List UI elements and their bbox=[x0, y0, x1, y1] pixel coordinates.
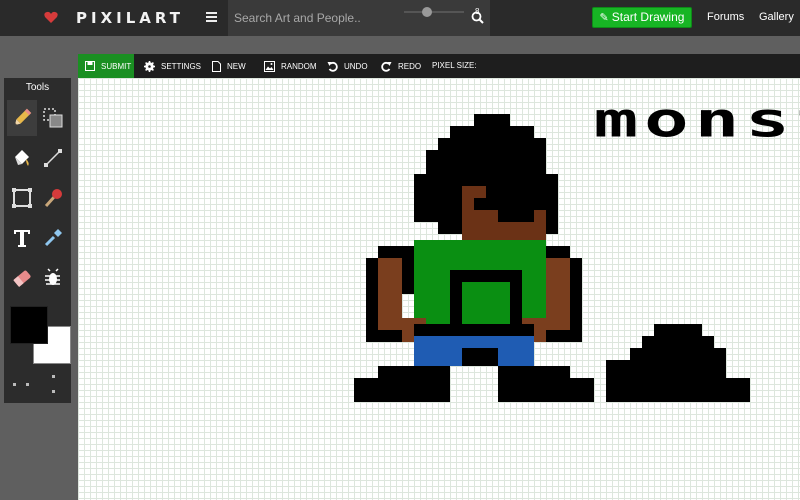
eyedropper-tool[interactable] bbox=[38, 220, 68, 256]
random-label: RANDOM bbox=[281, 61, 317, 71]
random-button[interactable]: RANDOM bbox=[264, 54, 317, 78]
submit-button[interactable]: SUBMIT bbox=[78, 54, 134, 78]
reset-colors-dot[interactable] bbox=[52, 375, 55, 378]
swap-colors-dot[interactable] bbox=[26, 383, 29, 386]
logo-text[interactable]: PIXILART bbox=[76, 9, 184, 27]
pencil-tool[interactable] bbox=[7, 100, 37, 136]
eyedropper-icon bbox=[44, 229, 62, 247]
gallery-link[interactable]: Gallery bbox=[759, 11, 794, 23]
text-icon bbox=[14, 230, 30, 247]
undo-icon bbox=[327, 61, 338, 72]
eraser-icon bbox=[13, 270, 31, 287]
image-icon bbox=[264, 60, 275, 72]
rectangle-tool[interactable] bbox=[7, 180, 37, 216]
editor-toolbar: SUBMIT SETTINGS NEW RANDOM UNDO REDO PIX… bbox=[78, 54, 800, 78]
new-label: NEW bbox=[227, 61, 246, 71]
redo-button[interactable]: REDO bbox=[381, 54, 421, 78]
search-box bbox=[228, 0, 490, 36]
pixel-size-label: PIXEL SIZE: bbox=[432, 61, 477, 70]
tools-title: Tools bbox=[25, 82, 50, 93]
hamburger-menu-icon[interactable] bbox=[206, 12, 218, 24]
start-drawing-button[interactable]: ✎ Start Drawing bbox=[592, 7, 692, 28]
bug-tool[interactable] bbox=[38, 260, 68, 296]
pixel-size-slider-handle[interactable] bbox=[422, 7, 432, 17]
redo-icon bbox=[381, 61, 392, 72]
undo-label: UNDO bbox=[344, 61, 368, 71]
reset-colors-dot[interactable] bbox=[52, 390, 55, 393]
submit-label: SUBMIT bbox=[101, 61, 132, 71]
paint-bucket-icon bbox=[15, 150, 29, 166]
pixel-size-slider-track[interactable] bbox=[404, 11, 464, 13]
eraser-tool[interactable] bbox=[7, 260, 37, 296]
save-icon bbox=[85, 61, 95, 71]
new-file-icon bbox=[212, 60, 221, 72]
swap-colors-dot[interactable] bbox=[13, 383, 16, 386]
tools-panel: Tools bbox=[4, 78, 71, 403]
new-button[interactable]: NEW bbox=[212, 54, 246, 78]
primary-color-swatch[interactable] bbox=[10, 306, 48, 344]
select-tool[interactable] bbox=[38, 100, 68, 136]
start-drawing-label: Start Drawing bbox=[611, 10, 685, 24]
settings-label: SETTINGS bbox=[161, 61, 202, 71]
paint-bucket-tool[interactable] bbox=[7, 140, 37, 176]
rectangle-icon bbox=[12, 188, 32, 208]
undo-button[interactable]: UNDO bbox=[327, 54, 368, 78]
forums-link[interactable]: Forums bbox=[707, 11, 744, 23]
search-input[interactable] bbox=[228, 0, 458, 36]
svg-text:monst: monst bbox=[594, 92, 800, 148]
select-icon bbox=[43, 108, 63, 128]
drawing-canvas[interactable]: monst bbox=[78, 78, 800, 500]
line-tool[interactable] bbox=[38, 140, 68, 176]
redo-label: REDO bbox=[398, 61, 422, 71]
text-tool[interactable] bbox=[7, 220, 37, 256]
pin-icon bbox=[44, 189, 62, 208]
pin-tool[interactable] bbox=[38, 180, 68, 216]
gear-icon bbox=[144, 60, 155, 72]
drawn-text-monst: monst bbox=[594, 92, 800, 148]
bug-icon bbox=[45, 268, 60, 285]
pencil-icon: ✎ bbox=[599, 12, 609, 24]
line-icon bbox=[44, 149, 62, 167]
heart-logo-icon[interactable] bbox=[44, 11, 58, 24]
top-navbar: PIXILART ✎Start Drawing Forums Gallery bbox=[0, 0, 800, 36]
pencil-icon bbox=[14, 108, 32, 126]
pixel-size-value: 8 bbox=[475, 7, 480, 16]
settings-button[interactable]: SETTINGS bbox=[144, 54, 201, 78]
